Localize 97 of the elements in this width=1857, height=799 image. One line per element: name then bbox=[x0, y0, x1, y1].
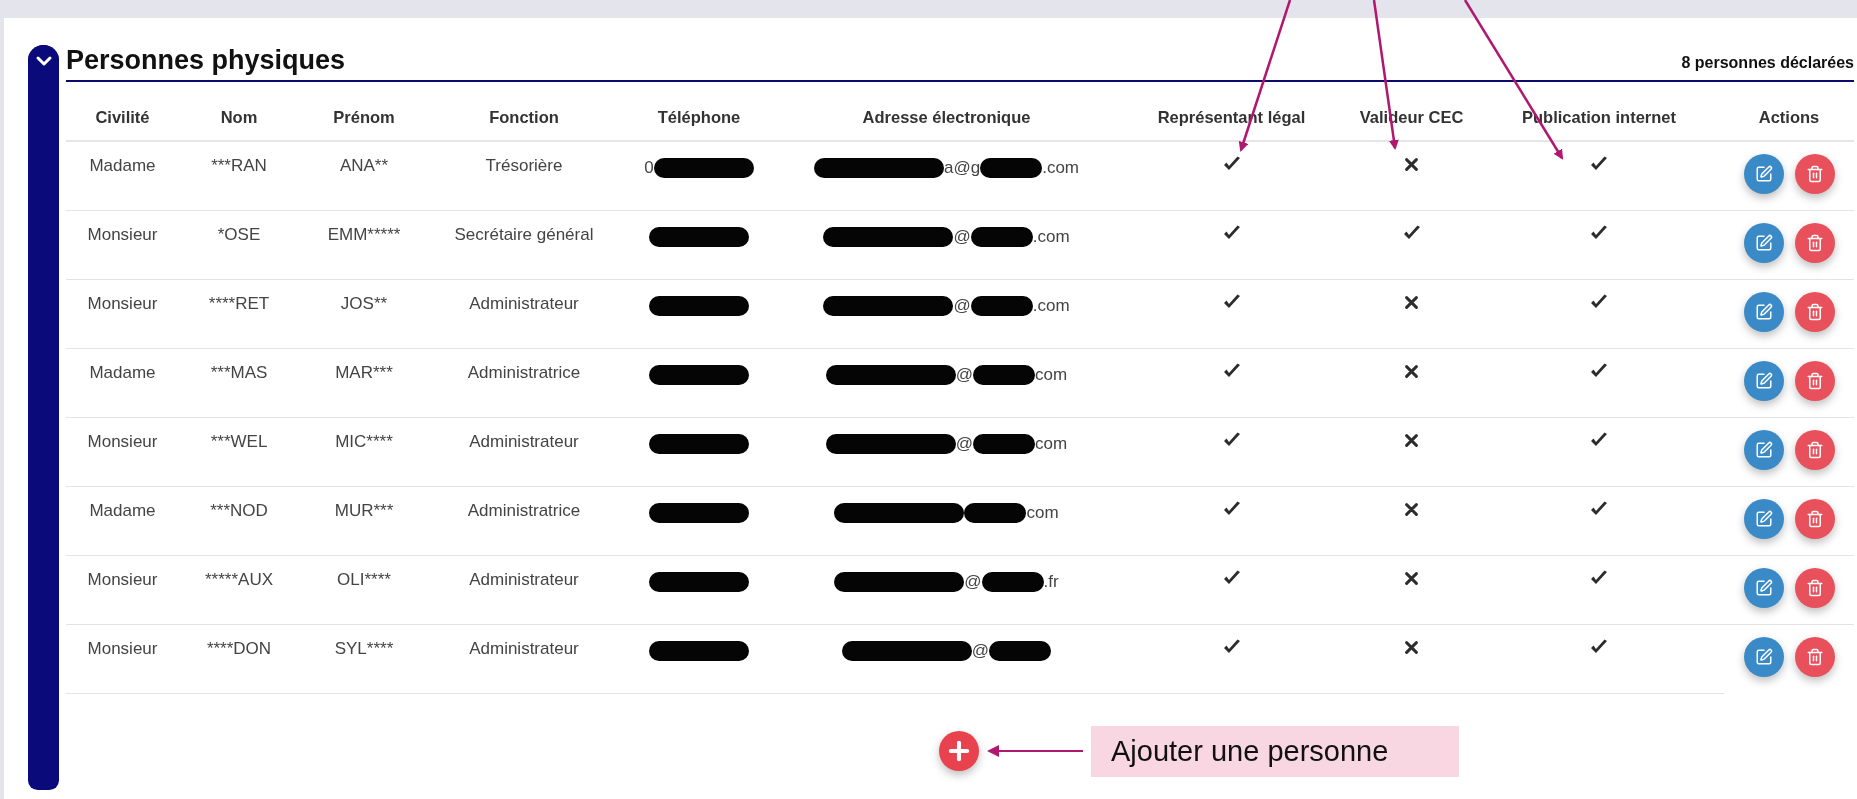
email-fragment: .com bbox=[1042, 158, 1079, 178]
edit-icon bbox=[1754, 578, 1773, 597]
edit-icon bbox=[1754, 440, 1773, 459]
table-cell: Administrateur bbox=[429, 555, 619, 624]
email-fragment: @ bbox=[955, 364, 974, 385]
table-cell: ***NOD bbox=[179, 486, 299, 555]
table-cell: *OSE bbox=[179, 210, 299, 279]
email-fragment: .com bbox=[1032, 226, 1070, 247]
email-fragment: a@g bbox=[944, 158, 981, 178]
table-cell: Secrétaire général bbox=[429, 210, 619, 279]
trash-icon bbox=[1805, 302, 1824, 321]
email-fragment: @ bbox=[971, 640, 990, 661]
table-cell: Administrateur bbox=[429, 279, 619, 348]
delete-button[interactable] bbox=[1794, 429, 1835, 470]
table-cell: MUR*** bbox=[299, 486, 429, 555]
trash-icon bbox=[1805, 371, 1824, 390]
email-fragment: .com bbox=[1032, 295, 1070, 316]
column-header: Adresse électronique bbox=[779, 82, 1114, 141]
email-fragment: com bbox=[1035, 364, 1068, 385]
table-cell: Madame bbox=[66, 141, 179, 210]
email-fragment: com bbox=[1035, 433, 1068, 454]
add-button[interactable] bbox=[939, 731, 979, 771]
delete-button[interactable] bbox=[1794, 498, 1835, 539]
redaction-mark bbox=[970, 226, 1033, 247]
table-cell: ***WEL bbox=[179, 417, 299, 486]
redaction-mark bbox=[970, 295, 1033, 316]
edit-button[interactable] bbox=[1743, 429, 1784, 470]
email-fragment: @ bbox=[953, 226, 971, 247]
column-header: Actions bbox=[1724, 82, 1854, 141]
delete-button[interactable] bbox=[1794, 360, 1835, 401]
edit-button[interactable] bbox=[1743, 498, 1784, 539]
table-cell: EMM***** bbox=[299, 210, 429, 279]
email-fragment: @ bbox=[964, 571, 982, 592]
redaction-mark bbox=[981, 571, 1044, 592]
delete-button[interactable] bbox=[1794, 222, 1835, 263]
email-fragment: com bbox=[1026, 502, 1059, 523]
table-cell: ***MAS bbox=[179, 348, 299, 417]
table-cell: Administrateur bbox=[429, 624, 619, 693]
edit-icon bbox=[1754, 165, 1773, 183]
table-cell: Monsieur bbox=[66, 417, 179, 486]
delete-button[interactable] bbox=[1794, 291, 1835, 332]
table-cell: ***RAN bbox=[179, 141, 299, 210]
table-cell: ****RET bbox=[179, 279, 299, 348]
redaction-mark bbox=[989, 640, 1052, 661]
table-cell: Madame bbox=[66, 348, 179, 417]
table-cell: MIC**** bbox=[299, 417, 429, 486]
table-cell: JOS** bbox=[299, 279, 429, 348]
column-header: Prénom bbox=[299, 82, 429, 141]
edit-icon bbox=[1754, 509, 1773, 528]
table-cell: Monsieur bbox=[66, 555, 179, 624]
trash-icon bbox=[1805, 165, 1824, 183]
edit-icon bbox=[1754, 371, 1773, 390]
email-fragment: @ bbox=[955, 433, 974, 454]
table-cell: Madame bbox=[66, 486, 179, 555]
column-header: Téléphone bbox=[619, 82, 779, 141]
trash-icon bbox=[1805, 233, 1824, 252]
table-cell: Monsieur bbox=[66, 279, 179, 348]
table-cell: Monsieur bbox=[66, 210, 179, 279]
edit-icon bbox=[1754, 647, 1773, 666]
delete-button[interactable] bbox=[1794, 154, 1835, 194]
email-fragment: 0 bbox=[644, 158, 654, 178]
edit-button[interactable] bbox=[1743, 360, 1784, 401]
email-fragment: .fr bbox=[1043, 571, 1059, 592]
edit-button[interactable] bbox=[1743, 636, 1784, 677]
table-cell: OLI**** bbox=[299, 555, 429, 624]
trash-icon bbox=[1805, 647, 1824, 666]
column-header: Civilité bbox=[66, 82, 179, 141]
table-cell: SYL**** bbox=[299, 624, 429, 693]
trash-icon bbox=[1805, 509, 1824, 528]
column-header: Fonction bbox=[429, 82, 619, 141]
redaction-mark bbox=[973, 433, 1036, 454]
edit-icon bbox=[1754, 302, 1773, 321]
table-cell: ANA** bbox=[299, 141, 429, 210]
table-cell: *****AUX bbox=[179, 555, 299, 624]
person-count: 8 personnes déclarées bbox=[1681, 54, 1854, 73]
column-header: Nom bbox=[179, 82, 299, 141]
email-fragment: @ bbox=[953, 295, 971, 316]
table-cell: Administratrice bbox=[429, 486, 619, 555]
table-cell: Administrateur bbox=[429, 417, 619, 486]
table-cell: Trésorière bbox=[429, 141, 619, 210]
table-cell: MAR*** bbox=[299, 348, 429, 417]
edit-button[interactable] bbox=[1743, 154, 1784, 194]
delete-button[interactable] bbox=[1794, 567, 1835, 608]
table-cell: Administratrice bbox=[429, 348, 619, 417]
section-title: Personnes physiques bbox=[66, 45, 346, 76]
annotation-callout: Ajouter une personne bbox=[1091, 725, 1459, 777]
edit-icon bbox=[1754, 233, 1773, 252]
redaction-mark bbox=[980, 158, 1043, 178]
trash-icon bbox=[1805, 440, 1824, 459]
table-cell: ****DON bbox=[179, 624, 299, 693]
redaction-mark bbox=[973, 364, 1036, 385]
edit-button[interactable] bbox=[1743, 567, 1784, 608]
edit-button[interactable] bbox=[1743, 222, 1784, 263]
edit-button[interactable] bbox=[1743, 291, 1784, 332]
table-cell: Monsieur bbox=[66, 624, 179, 693]
trash-icon bbox=[1805, 578, 1824, 597]
delete-button[interactable] bbox=[1794, 636, 1835, 677]
